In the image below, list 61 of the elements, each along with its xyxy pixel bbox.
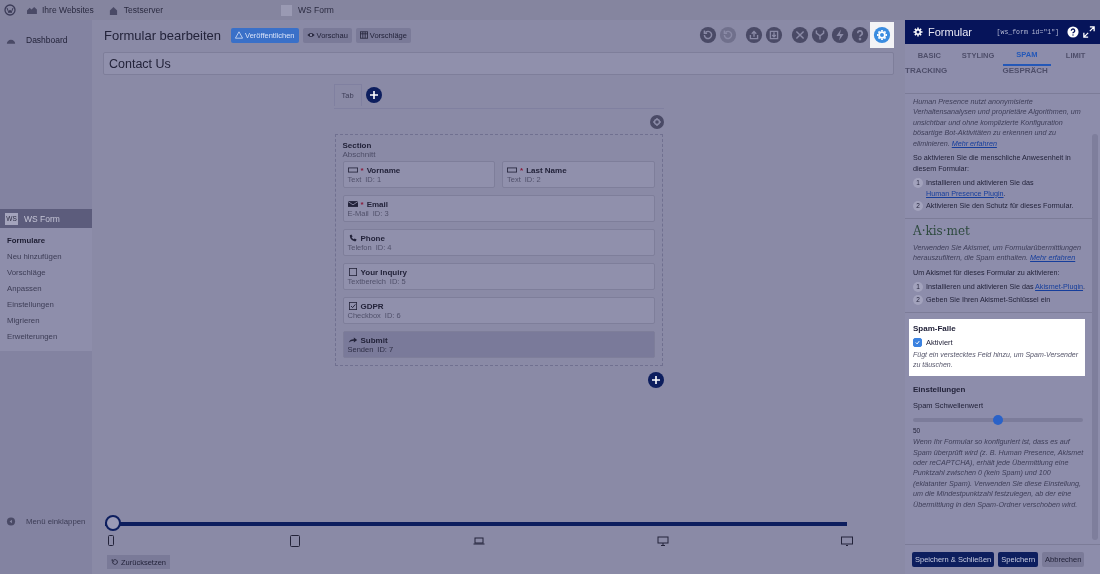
required-mark: *: [360, 199, 364, 209]
admin-bar-item[interactable]: Testserver: [123, 5, 164, 15]
slider-thumb[interactable]: [993, 414, 1003, 425]
tablet-icon[interactable]: [289, 535, 301, 547]
desktop-icon[interactable]: [657, 535, 669, 547]
sidebar-item-label: WS Form: [24, 213, 60, 224]
help-button[interactable]: [850, 25, 870, 45]
checkbox-icon: [347, 302, 358, 310]
eye-icon: [306, 31, 315, 39]
form-name-field[interactable]: Contact Us: [103, 52, 894, 75]
settings-button[interactable]: [870, 22, 894, 48]
toolbar-button[interactable]: [698, 25, 718, 45]
section-heading: Spam-Falle: [913, 323, 957, 333]
panel-tab[interactable]: TRACKING: [905, 66, 1003, 88]
panel-title: Formular: [928, 26, 973, 38]
field-label: Submit: [360, 335, 388, 345]
threshold-slider[interactable]: [913, 417, 1083, 422]
text-field-icon: [507, 166, 517, 174]
monitor-icon[interactable]: [841, 535, 853, 547]
arrow-icon: [347, 336, 358, 344]
textarea-icon: [347, 268, 358, 276]
add-section-icon[interactable]: [647, 372, 664, 388]
laptop-icon[interactable]: [473, 535, 485, 547]
add-tab-icon[interactable]: [365, 87, 382, 103]
panel-tab[interactable]: GESPRÄCH: [1002, 66, 1100, 88]
houses-icon: [26, 5, 37, 15]
sidebar-item[interactable]: Dashboard: [26, 35, 68, 45]
required-mark: *: [360, 165, 364, 175]
toolbar-button[interactable]: [790, 25, 810, 45]
admin-bar-item[interactable]: Ihre Websites: [42, 5, 94, 15]
field-label: Last Name: [526, 165, 567, 175]
field-label: Phone: [360, 233, 385, 243]
page-title: Formular bearbeiten: [104, 27, 222, 43]
section-heading: Einstellungen: [913, 384, 967, 396]
checkmark-icon: [914, 338, 921, 346]
settings-icon: [912, 26, 924, 38]
toolbar-button[interactable]: [744, 25, 764, 45]
warning-icon: [235, 31, 244, 39]
toolbar-button[interactable]: [830, 25, 850, 45]
toolbar-button[interactable]: [810, 25, 830, 45]
help-icon[interactable]: [1067, 26, 1079, 38]
field-label: Email: [366, 199, 388, 209]
toolbar-button[interactable]: [764, 25, 784, 45]
phone-icon[interactable]: [105, 535, 117, 547]
table-icon: [359, 31, 368, 39]
required-mark: *: [520, 165, 524, 175]
checkbox[interactable]: [913, 337, 922, 347]
field-label: GDPR: [360, 301, 384, 311]
home-icon: [107, 5, 119, 15]
admin-bar-item[interactable]: WS Form: [298, 5, 334, 15]
phone-icon: [347, 234, 358, 242]
field-label: Your Inquiry: [360, 267, 408, 277]
text-field-icon: [347, 166, 358, 174]
field-label: Vorname: [366, 165, 401, 175]
envelope-icon: [347, 200, 358, 208]
reset-icon: [111, 558, 119, 566]
akismet-logo: A·kis·met: [913, 223, 971, 241]
expand-icon[interactable]: [1083, 26, 1095, 38]
slider-handle[interactable]: [105, 515, 121, 531]
section-title: Section: [342, 141, 373, 150]
collapse-icon[interactable]: [6, 517, 16, 526]
